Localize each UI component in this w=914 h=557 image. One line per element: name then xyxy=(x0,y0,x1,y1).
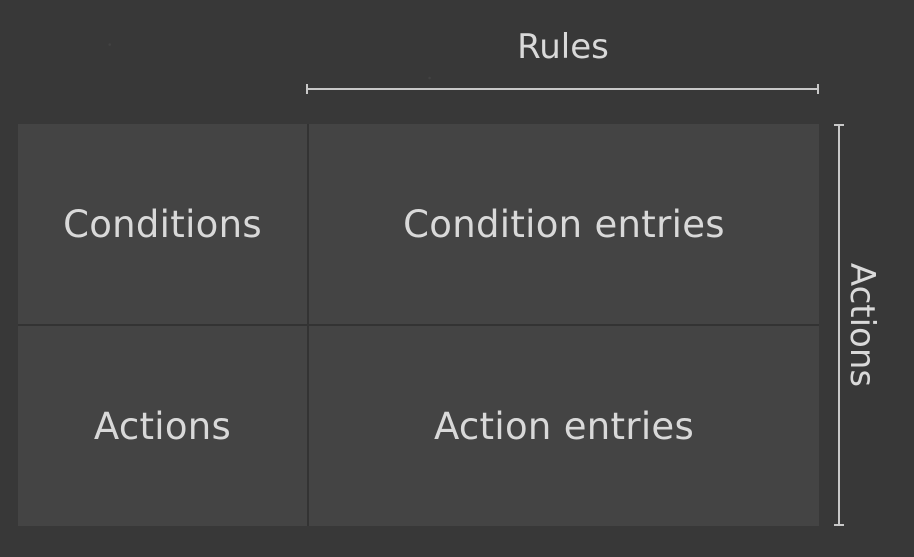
conditions-cell: Conditions xyxy=(18,124,307,324)
actions-cell: Actions xyxy=(18,326,307,526)
action-entries-cell: Action entries xyxy=(309,326,819,526)
rules-bracket xyxy=(306,84,819,94)
rules-label: Rules xyxy=(517,27,609,67)
condition-entries-cell: Condition entries xyxy=(309,124,819,324)
decision-table: Conditions Condition entries Actions Act… xyxy=(18,124,819,526)
side-actions-label: Actions xyxy=(842,262,882,388)
